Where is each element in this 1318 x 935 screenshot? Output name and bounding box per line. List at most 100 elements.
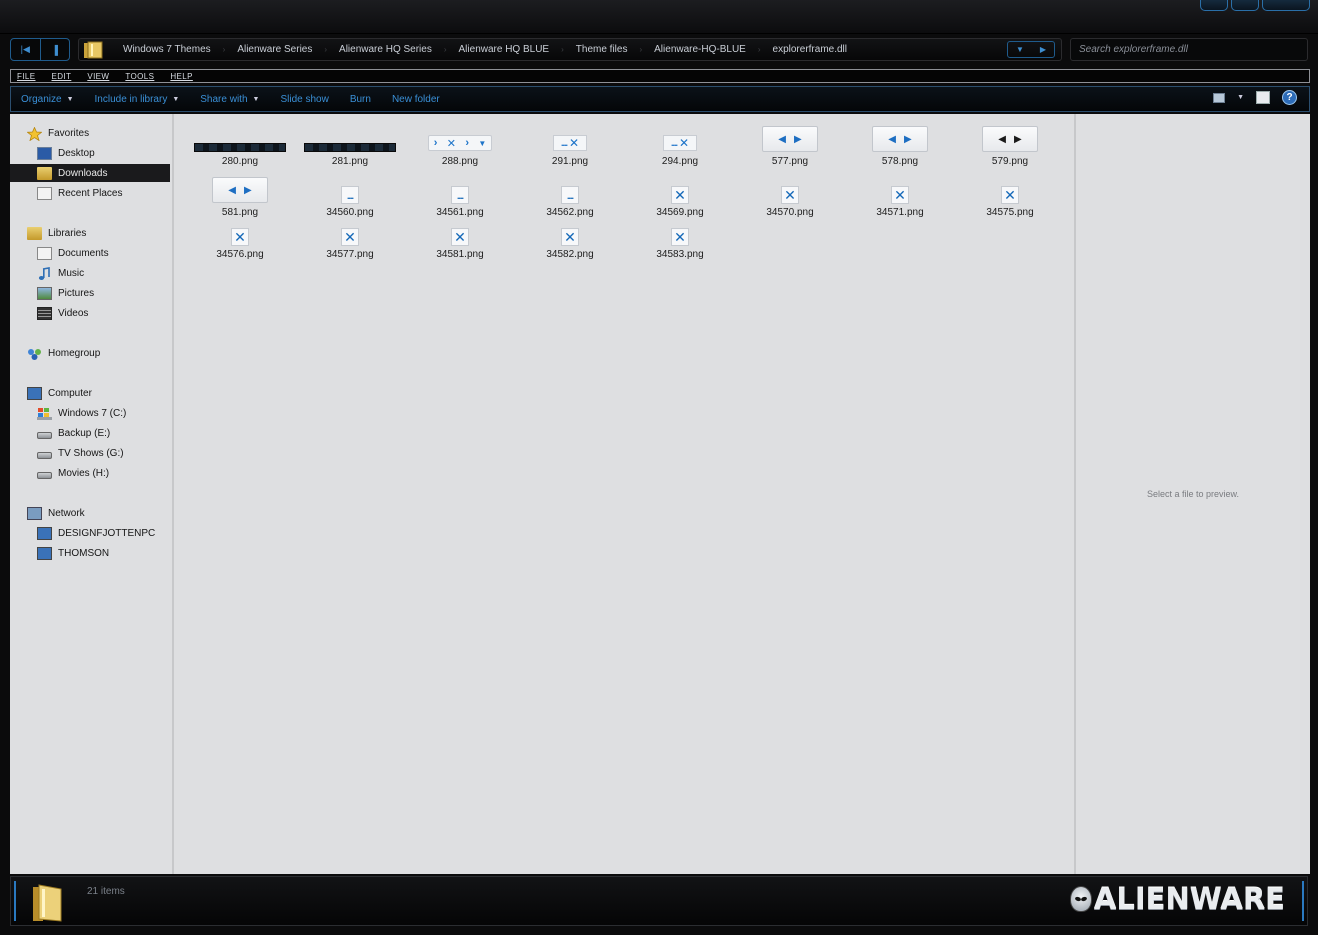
file-item[interactable]: .... 34562.png — [515, 177, 625, 221]
help-icon[interactable]: ? — [1282, 90, 1297, 105]
address-bar[interactable]: Windows 7 Themes › Alienware Series › Al… — [78, 38, 1062, 61]
breadcrumb: Windows 7 Themes › Alienware Series › Al… — [111, 44, 1007, 55]
image-thumbnail: ✕ — [781, 186, 799, 204]
nav-label: DESIGNFJOTTENPC — [58, 527, 156, 539]
nav-libraries[interactable]: Libraries — [27, 224, 86, 242]
file-item[interactable]: ✕ 34571.png — [845, 177, 955, 221]
menu-edit[interactable]: EDIT — [52, 72, 72, 81]
include-in-library-button[interactable]: Include in library ▼ — [95, 94, 180, 105]
breadcrumb-item[interactable]: Alienware HQ BLUE — [447, 44, 562, 55]
file-item[interactable]: ◀ ▶ 577.png — [735, 126, 845, 170]
nav-label: Favorites — [48, 127, 90, 139]
navigation-pane: Favorites Desktop Downloads Recent Place… — [10, 114, 172, 874]
file-item[interactable]: ✕ 34577.png — [295, 219, 405, 263]
nav-drive-e[interactable]: Backup (E:) — [37, 424, 110, 442]
image-thumbnail: .... ✕ — [553, 135, 587, 151]
file-item[interactable]: ✕ 34575.png — [955, 177, 1065, 221]
nav-drive-h[interactable]: Movies (H:) — [37, 464, 109, 482]
slide-show-button[interactable]: Slide show — [280, 94, 328, 105]
maximize-button[interactable] — [1231, 0, 1259, 11]
file-name: 34562.png — [546, 207, 594, 218]
file-item[interactable]: ✕ 34583.png — [625, 219, 735, 263]
nav-drive-g[interactable]: TV Shows (G:) — [37, 444, 124, 462]
menu-help[interactable]: HELP — [170, 72, 193, 81]
nav-label: Windows 7 (C:) — [58, 407, 127, 419]
new-folder-button[interactable]: New folder — [392, 94, 440, 105]
accent-edge — [14, 881, 16, 921]
title-bar — [0, 0, 1318, 34]
chevron-down-icon[interactable]: ▼ — [1237, 94, 1244, 101]
back-button[interactable]: |◀ — [11, 39, 40, 60]
search-input[interactable]: Search explorerframe.dll — [1070, 38, 1308, 61]
refresh-icon[interactable]: ▶ — [1040, 45, 1046, 54]
breadcrumb-item[interactable]: Alienware Series — [225, 44, 324, 55]
file-item[interactable]: ✕ 34576.png — [185, 219, 295, 263]
file-item[interactable]: .... ✕ 291.png — [515, 128, 625, 170]
file-item[interactable]: 281.png — [295, 128, 405, 170]
file-item[interactable]: ✕ 34582.png — [515, 219, 625, 263]
arrow-right-icon: ▶ — [244, 184, 252, 196]
image-thumbnail: ✕ — [231, 228, 249, 246]
nav-videos[interactable]: Videos — [37, 304, 88, 322]
nav-recent-places[interactable]: Recent Places — [37, 184, 122, 202]
nav-music[interactable]: Music — [37, 264, 84, 282]
breadcrumb-item[interactable]: Windows 7 Themes — [111, 44, 223, 55]
image-thumbnail: ✕ — [451, 228, 469, 246]
file-item[interactable]: 280.png — [185, 128, 295, 170]
file-name: 34560.png — [326, 207, 374, 218]
nav-label: Movies (H:) — [58, 467, 110, 479]
play-icon: › — [465, 137, 469, 149]
file-item[interactable]: .... 34560.png — [295, 177, 405, 221]
folder-icon — [31, 883, 65, 923]
file-item[interactable]: ✕ 34570.png — [735, 177, 845, 221]
organize-button[interactable]: Organize ▼ — [21, 94, 74, 105]
breadcrumb-item[interactable]: Theme files — [564, 44, 640, 55]
minimize-button[interactable] — [1200, 0, 1228, 11]
menu-view[interactable]: VIEW — [87, 72, 109, 81]
image-thumbnail: ✕ — [671, 186, 689, 204]
file-item[interactable]: › ✕ › ▼ 288.png — [405, 128, 515, 170]
nav-homegroup[interactable]: Homegroup — [27, 344, 100, 362]
nav-drive-c[interactable]: Windows 7 (C:) — [37, 404, 126, 422]
file-item[interactable]: .... ✕ 294.png — [625, 128, 735, 170]
nav-documents[interactable]: Documents — [37, 244, 109, 262]
nav-pictures[interactable]: Pictures — [37, 284, 94, 302]
close-button[interactable] — [1262, 0, 1310, 11]
file-item[interactable]: .... 34561.png — [405, 177, 515, 221]
forward-button[interactable]: ▐ — [39, 39, 70, 60]
computer-icon — [37, 546, 52, 560]
nav-label: Recent Places — [58, 187, 123, 199]
documents-icon — [37, 246, 52, 260]
nav-favorites[interactable]: Favorites — [26, 124, 90, 142]
alien-head-icon — [1069, 886, 1092, 912]
breadcrumb-item[interactable]: Alienware-HQ-BLUE — [642, 44, 758, 55]
nav-network[interactable]: Network — [27, 504, 85, 522]
nav-computer[interactable]: Computer — [27, 384, 92, 402]
computer-icon — [27, 386, 42, 400]
windows-drive-icon — [37, 407, 52, 420]
address-dropdown-button[interactable]: ▼ ▶ — [1007, 41, 1055, 58]
nav-downloads[interactable]: Downloads — [10, 164, 170, 182]
include-label: Include in library — [94, 93, 168, 105]
file-item[interactable]: ◀ ▶ 579.png — [955, 126, 1065, 170]
menu-tools[interactable]: TOOLS — [125, 72, 154, 81]
burn-button[interactable]: Burn — [350, 94, 371, 105]
nav-desktop[interactable]: Desktop — [37, 144, 95, 162]
file-item[interactable]: ◀ ▶ 581.png — [185, 177, 295, 221]
arrow-right-icon: ▶ — [794, 133, 802, 145]
image-thumbnail: .... — [561, 186, 579, 204]
file-item[interactable]: ✕ 34569.png — [625, 177, 735, 221]
change-view-icon[interactable] — [1213, 92, 1226, 103]
file-item[interactable]: ✕ 34581.png — [405, 219, 515, 263]
file-item[interactable]: ◀ ▶ 578.png — [845, 126, 955, 170]
menu-file[interactable]: FILE — [17, 72, 36, 81]
breadcrumb-item[interactable]: Alienware HQ Series — [327, 44, 444, 55]
image-thumbnail: ◀ ▶ — [872, 126, 928, 152]
preview-pane-icon[interactable] — [1256, 91, 1270, 104]
nav-network-pc[interactable]: THOMSON — [37, 544, 109, 562]
nav-network-pc[interactable]: DESIGNFJOTTENPC — [37, 524, 155, 542]
share-with-button[interactable]: Share with ▼ — [200, 94, 259, 105]
image-thumbnail: .... — [341, 186, 359, 204]
breadcrumb-item[interactable]: explorerframe.dll — [761, 44, 859, 55]
nav-label: Music — [58, 267, 85, 279]
